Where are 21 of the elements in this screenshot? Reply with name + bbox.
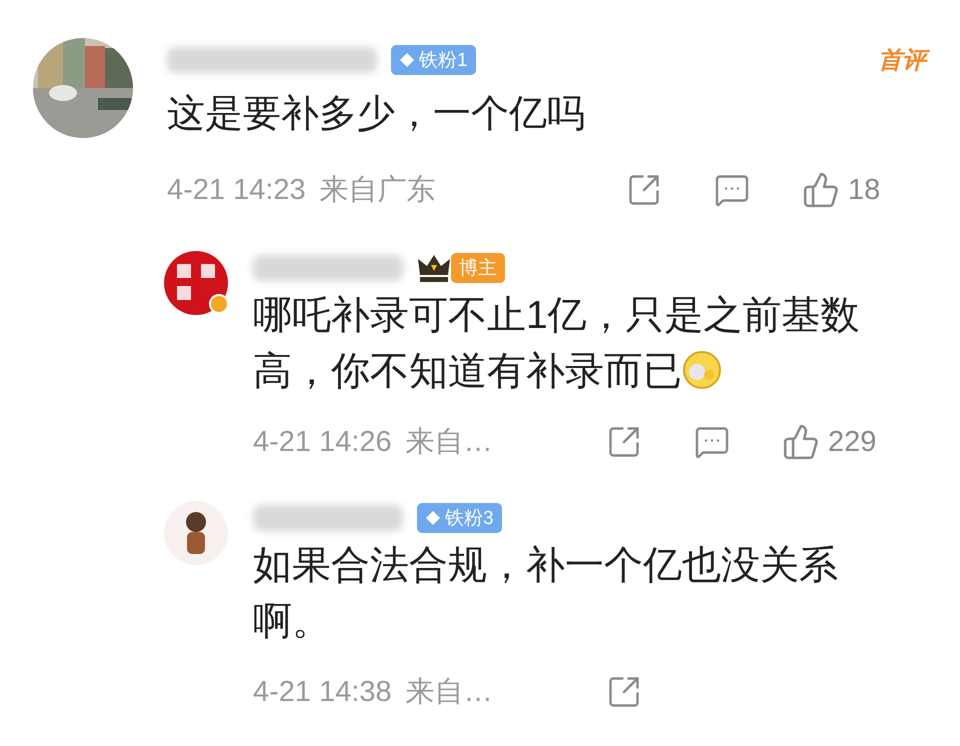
comment-text: 如果合法合规，补一个亿也没关系啊。 xyxy=(253,544,838,643)
comment-text: 这是要补多少，一个亿吗 xyxy=(167,93,585,135)
comment-location: 来自… xyxy=(406,425,493,460)
like-button[interactable]: 18 xyxy=(802,171,880,209)
like-icon xyxy=(782,423,820,461)
like-button[interactable]: 229 xyxy=(782,423,876,461)
fan-badge: 铁粉3 xyxy=(417,503,502,533)
like-icon xyxy=(802,171,840,209)
avatar xyxy=(163,250,229,316)
avatar xyxy=(163,500,229,566)
comment-time: 4-21 14:26 xyxy=(253,426,392,458)
crown-icon xyxy=(417,253,451,283)
comment-location: 来自广东 xyxy=(320,173,436,208)
comment-time: 4-21 14:38 xyxy=(253,676,392,708)
diamond-icon xyxy=(425,510,441,526)
comment-text: 哪吒补录可不止1亿，只是之前基数高，你不知道有补录而已 xyxy=(253,294,860,393)
diamond-icon xyxy=(399,52,415,68)
comment-time: 4-21 14:23 xyxy=(167,174,306,206)
comment-location: 来自… xyxy=(406,675,493,710)
author-badge: 博主 xyxy=(451,253,505,283)
fan-badge: 铁粉1 xyxy=(391,45,476,75)
